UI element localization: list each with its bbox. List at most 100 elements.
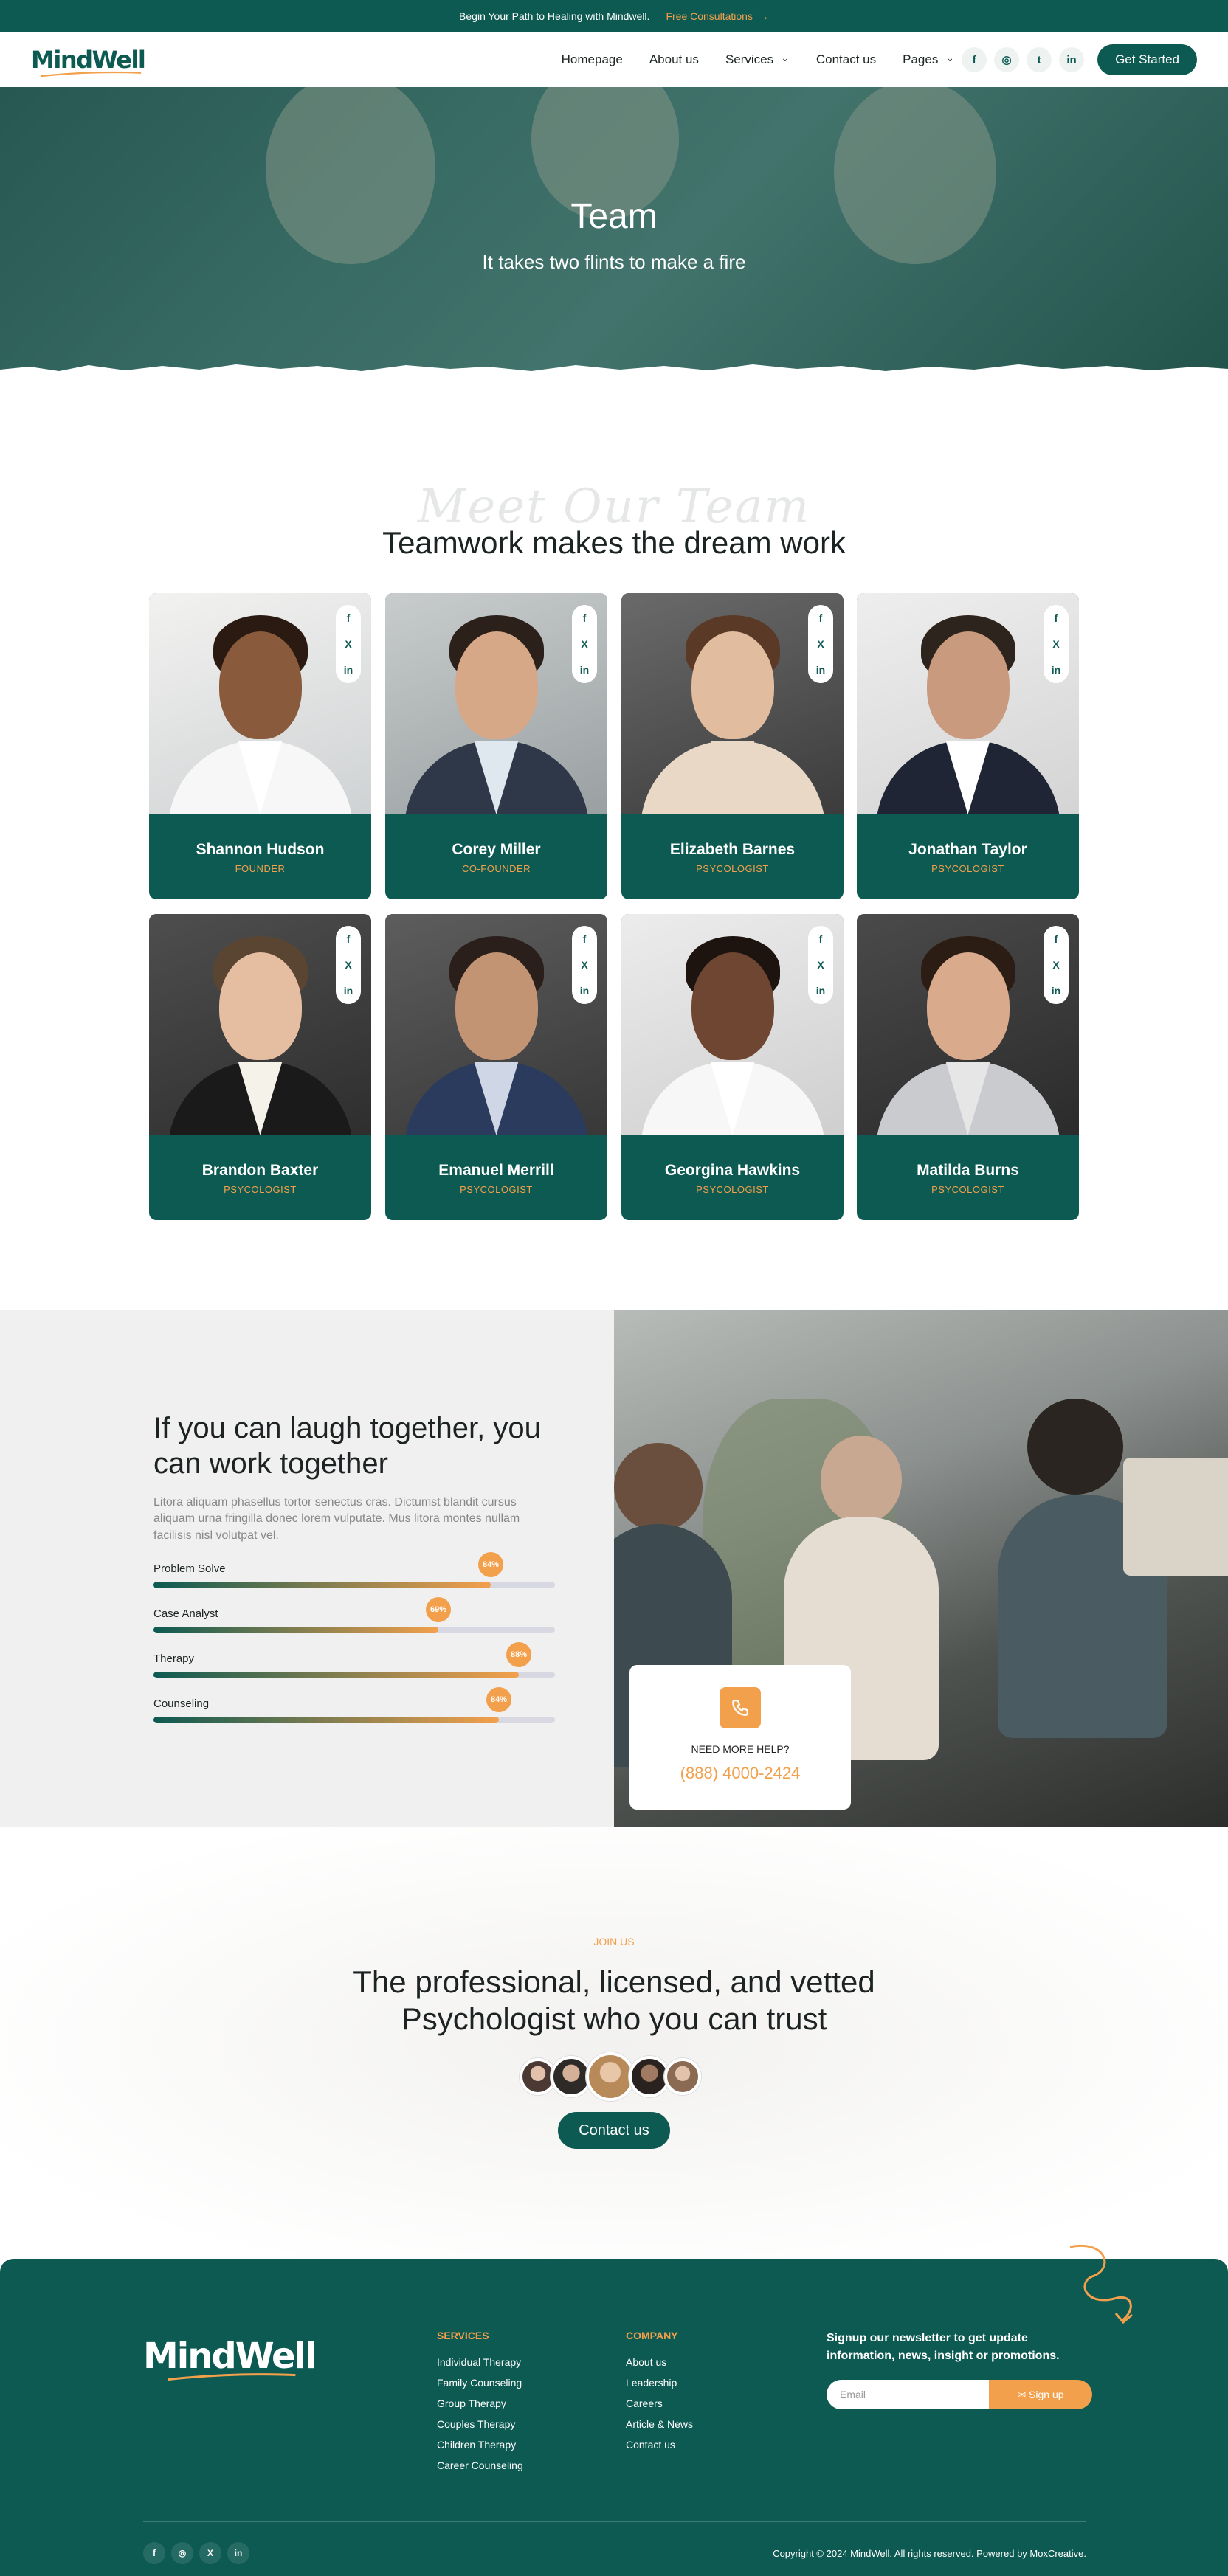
social-pill: f Xin <box>808 605 833 683</box>
facebook-icon[interactable]: f <box>347 612 351 624</box>
team-card[interactable]: f Xin Emanuel Merrill PSYCOLOGIST <box>385 914 607 1220</box>
twitter-icon[interactable]: t <box>1027 47 1052 72</box>
facebook-icon[interactable]: f <box>583 933 587 945</box>
x-icon[interactable]: X <box>345 959 351 971</box>
member-role: PSYCOLOGIST <box>696 863 769 874</box>
linkedin-icon[interactable]: in <box>227 2542 249 2564</box>
team-photo: f Xin <box>385 914 607 1135</box>
footer-service-link[interactable]: Children Therapy <box>437 2439 523 2451</box>
facebook-icon[interactable]: f <box>583 612 587 624</box>
help-phone[interactable]: (888) 4000-2424 <box>629 1764 851 1783</box>
footer-service-link[interactable]: Couples Therapy <box>437 2418 523 2430</box>
logo[interactable]: MindWell <box>31 48 146 77</box>
linkedin-icon[interactable]: in <box>1052 664 1060 676</box>
arrow-right-icon: → <box>758 10 769 22</box>
signup-button[interactable]: ✉ Sign up <box>989 2380 1092 2409</box>
facebook-icon[interactable]: f <box>143 2542 165 2564</box>
team-card[interactable]: f Xin Shannon Hudson FOUNDER <box>149 593 371 899</box>
skill-percent-badge: 88% <box>506 1642 531 1667</box>
skill-bar: Case Analyst 69% <box>154 1597 555 1637</box>
logo-swoosh-icon <box>168 2373 296 2381</box>
footer-service-link[interactable]: Career Counseling <box>437 2459 523 2471</box>
member-role: PSYCOLOGIST <box>931 1184 1004 1195</box>
facebook-icon[interactable]: f <box>962 47 987 72</box>
footer-company-link[interactable]: Careers <box>626 2397 693 2409</box>
portrait-head <box>218 952 302 1060</box>
facebook-icon[interactable]: f <box>1055 612 1058 624</box>
team-card[interactable]: f Xin Corey Miller CO-FOUNDER <box>385 593 607 899</box>
skill-fill <box>154 1672 519 1678</box>
facebook-icon[interactable]: f <box>347 933 351 945</box>
x-icon[interactable]: X <box>817 638 824 650</box>
team-card[interactable]: f Xin Matilda Burns PSYCOLOGIST <box>857 914 1079 1220</box>
member-name: Shannon Hudson <box>196 841 325 858</box>
x-icon[interactable]: X <box>199 2542 221 2564</box>
avatar-group <box>520 2052 701 2101</box>
newsletter-form: Email ✉ Sign up <box>827 2380 1092 2409</box>
facebook-icon[interactable]: f <box>1055 933 1058 945</box>
facebook-icon[interactable]: f <box>819 612 823 624</box>
social-pill: f Xin <box>808 926 833 1004</box>
team-card[interactable]: f Xin Georgina Hawkins PSYCOLOGIST <box>621 914 844 1220</box>
team-card[interactable]: f Xin Brandon Baxter PSYCOLOGIST <box>149 914 371 1220</box>
member-name: Elizabeth Barnes <box>669 841 796 858</box>
contact-us-button[interactable]: Contact us <box>558 2112 670 2149</box>
skill-percent-badge: 84% <box>478 1552 503 1577</box>
x-icon[interactable]: X <box>345 638 351 650</box>
skills-title: If you can laugh together, you can work … <box>154 1412 541 1480</box>
newsletter-text: Signup our newsletter to get update info… <box>827 2332 1060 2362</box>
social-pill: f Xin <box>336 605 361 683</box>
nav-pages[interactable]: Pages ⌄ <box>903 52 954 67</box>
portrait-head <box>691 631 774 739</box>
get-started-button[interactable]: Get Started <box>1097 44 1197 75</box>
menu: Homepage About us Services ⌄ Contact us P… <box>562 52 954 67</box>
footer-company-link[interactable]: Article & News <box>626 2418 693 2430</box>
linkedin-icon[interactable]: in <box>580 664 589 676</box>
team-card[interactable]: f Xin Elizabeth Barnes PSYCOLOGIST <box>621 593 844 899</box>
footer-company-link[interactable]: About us <box>626 2356 693 2368</box>
member-name: Brandon Baxter <box>201 1162 319 1179</box>
linkedin-icon[interactable]: in <box>1052 985 1060 997</box>
therapist-head <box>821 1436 902 1524</box>
x-icon[interactable]: X <box>817 959 824 971</box>
x-icon[interactable]: X <box>1052 638 1059 650</box>
skill-bar: Therapy 88% <box>154 1642 555 1682</box>
help-label: NEED MORE HELP? <box>691 1743 790 1755</box>
footer-company-link[interactable]: Contact us <box>626 2439 693 2451</box>
member-role: PSYCOLOGIST <box>224 1184 297 1195</box>
portrait-head <box>926 631 1010 739</box>
footer-logo[interactable]: MindWell <box>143 2338 317 2381</box>
free-consultations-link[interactable]: Free Consultations → <box>666 10 769 22</box>
nav-about[interactable]: About us <box>649 52 699 67</box>
linkedin-icon[interactable]: in <box>344 985 353 997</box>
team-card[interactable]: f Xin Jonathan Taylor PSYCOLOGIST <box>857 593 1079 899</box>
nav-services-label: Services <box>725 52 774 66</box>
footer-services-title: SERVICES <box>437 2330 489 2341</box>
torn-edge <box>0 364 1228 378</box>
social-pill: f Xin <box>1044 605 1069 683</box>
linkedin-icon[interactable]: in <box>1059 47 1085 72</box>
x-icon[interactable]: X <box>581 638 587 650</box>
footer-service-link[interactable]: Individual Therapy <box>437 2356 523 2368</box>
linkedin-icon[interactable]: in <box>344 664 353 676</box>
linkedin-icon[interactable]: in <box>816 985 825 997</box>
header-social: f ◎ t in <box>962 47 1085 72</box>
footer-company-link[interactable]: Leadership <box>626 2377 693 2389</box>
join-title: The professional, licensed, and vetted Ps… <box>0 1964 1228 2038</box>
footer-services: SERVICES Individual Therapy Family Counse… <box>437 2330 523 2480</box>
nav-homepage[interactable]: Homepage <box>562 52 623 67</box>
team-photo: f Xin <box>149 914 371 1135</box>
team-photo: f Xin <box>621 914 844 1135</box>
instagram-icon[interactable]: ◎ <box>994 47 1020 72</box>
email-field[interactable]: Email <box>827 2380 989 2409</box>
footer-service-link[interactable]: Group Therapy <box>437 2397 523 2409</box>
linkedin-icon[interactable]: in <box>580 985 589 997</box>
x-icon[interactable]: X <box>1052 959 1059 971</box>
nav-services[interactable]: Services ⌄ <box>725 52 790 67</box>
x-icon[interactable]: X <box>581 959 587 971</box>
facebook-icon[interactable]: f <box>819 933 823 945</box>
instagram-icon[interactable]: ◎ <box>171 2542 193 2564</box>
nav-contact[interactable]: Contact us <box>816 52 876 67</box>
footer-service-link[interactable]: Family Counseling <box>437 2377 523 2389</box>
linkedin-icon[interactable]: in <box>816 664 825 676</box>
